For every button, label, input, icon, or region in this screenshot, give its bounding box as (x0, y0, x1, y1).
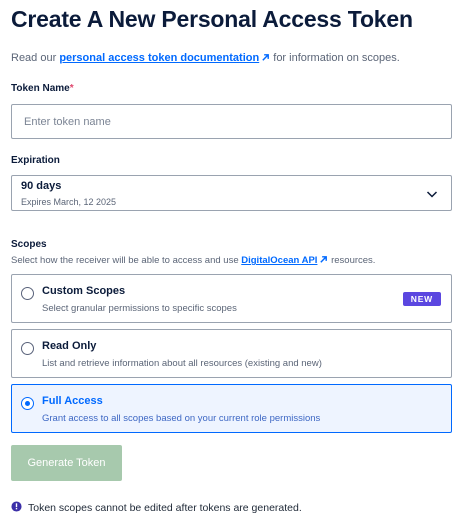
scope-edit-note: Token scopes cannot be edited after toke… (11, 501, 302, 514)
scope-option-read-only[interactable]: Read Only List and retrieve information … (11, 329, 452, 378)
token-name-label-text: Token Name (11, 83, 70, 94)
scope-option-title: Custom Scopes (42, 285, 126, 297)
digitalocean-api-link[interactable]: DigitalOcean API (241, 255, 328, 266)
page-title: Create A New Personal Access Token (11, 6, 413, 32)
external-link-icon (262, 54, 270, 61)
documentation-link[interactable]: personal access token documentation (59, 52, 270, 64)
intro-prefix: Read our (11, 52, 60, 64)
radio-custom-scopes[interactable] (21, 287, 34, 300)
radio-selected-dot (24, 400, 30, 406)
scope-option-description: Grant access to all scopes based on your… (42, 413, 321, 424)
scopes-subtitle: Select how the receiver will be able to … (11, 255, 375, 266)
radio-full-access[interactable] (21, 397, 34, 410)
token-name-input[interactable] (11, 104, 452, 139)
scope-option-description: Select granular permissions to specific … (42, 303, 237, 314)
documentation-link-label: personal access token documentation (59, 52, 260, 64)
chevron-down-icon (426, 191, 438, 198)
expiration-date-text: Expires March, 12 2025 (21, 197, 117, 207)
required-mark: * (69, 83, 74, 94)
expiration-select[interactable]: 90 days Expires March, 12 2025 (11, 175, 452, 211)
scopes-subtitle-suffix: resources. (328, 255, 376, 266)
scope-edit-note-text: Token scopes cannot be edited after toke… (28, 502, 302, 514)
scope-option-custom[interactable]: Custom Scopes Select granular permission… (11, 274, 452, 323)
token-name-label: Token Name* (11, 83, 74, 94)
radio-read-only[interactable] (21, 342, 34, 355)
expiration-selected-value: 90 days (21, 180, 62, 192)
intro-text: Read our personal access token documenta… (11, 52, 400, 64)
digitalocean-api-link-label: DigitalOcean API (241, 255, 318, 266)
generate-token-button[interactable]: Generate Token (11, 445, 122, 481)
expiration-label: Expiration (11, 155, 60, 166)
scope-option-description: List and retrieve information about all … (42, 358, 322, 369)
intro-suffix: for information on scopes. (270, 52, 400, 64)
scope-option-full-access[interactable]: Full Access Grant access to all scopes b… (11, 384, 452, 433)
new-badge: NEW (402, 292, 441, 306)
scopes-subtitle-prefix: Select how the receiver will be able to … (11, 255, 242, 266)
scope-option-title: Read Only (42, 340, 97, 352)
scopes-label: Scopes (11, 239, 47, 250)
info-icon (11, 501, 22, 512)
scope-option-title: Full Access (42, 395, 103, 407)
